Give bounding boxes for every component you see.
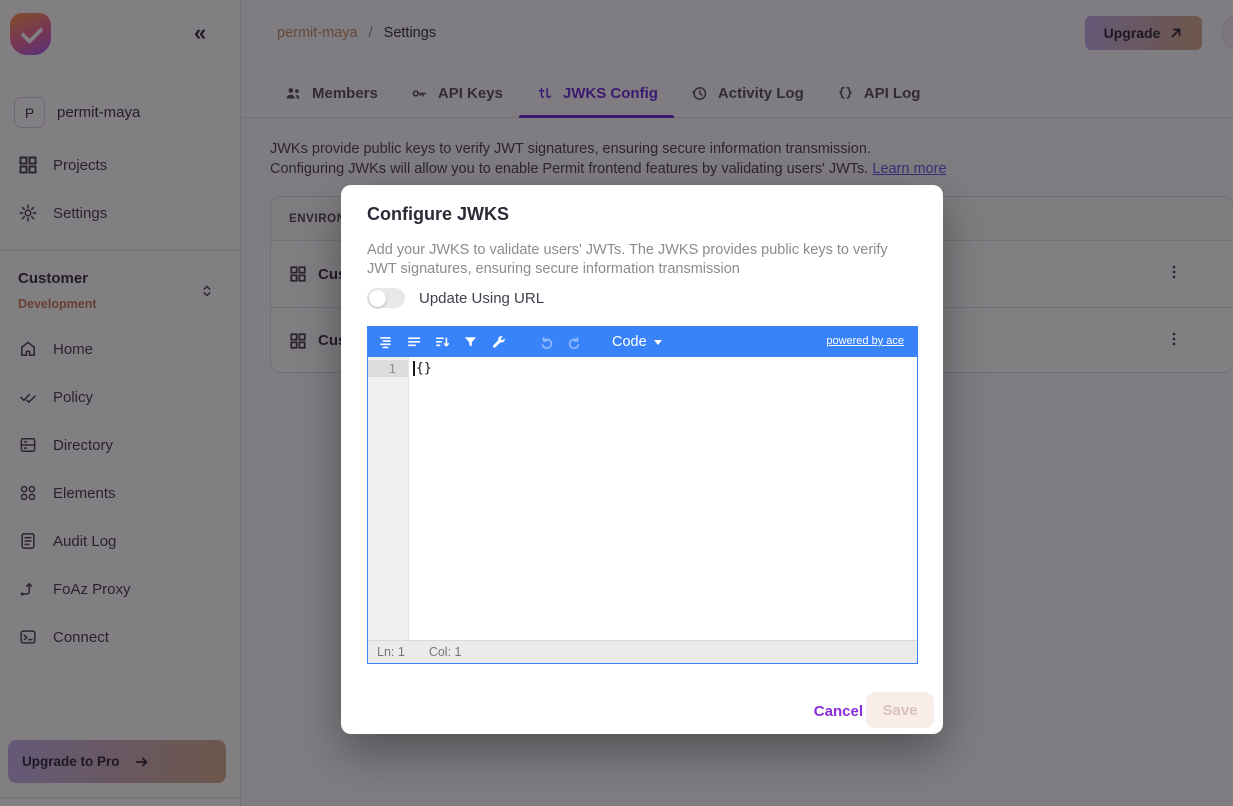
- editor-code-area[interactable]: {}: [409, 357, 917, 640]
- text-cursor: [413, 361, 415, 376]
- editor-body[interactable]: 1 {}: [368, 357, 917, 640]
- line-number: 1: [368, 360, 408, 377]
- toggle-label: Update Using URL: [419, 289, 545, 307]
- configure-jwks-modal: Configure JWKS Add your JWKS to validate…: [341, 185, 943, 734]
- editor-toolbar: Code powered by ace: [368, 327, 917, 357]
- jwks-json-editor: Code powered by ace 1 {} Ln: 1 Col: 1: [367, 326, 918, 664]
- filter-icon[interactable]: [458, 330, 482, 354]
- redo-icon[interactable]: [562, 330, 586, 354]
- undo-icon[interactable]: [534, 330, 558, 354]
- editor-gutter: 1: [368, 357, 409, 640]
- compact-icon[interactable]: [402, 330, 426, 354]
- modal-title: Configure JWKS: [367, 204, 509, 224]
- powered-by-ace-link[interactable]: powered by ace: [826, 335, 904, 347]
- status-line: Ln: 1: [377, 645, 405, 659]
- cancel-button[interactable]: Cancel: [814, 693, 863, 729]
- editor-mode-label: Code: [612, 334, 647, 350]
- update-using-url-toggle[interactable]: [367, 288, 405, 308]
- editor-code-text: {}: [416, 361, 432, 376]
- sort-icon[interactable]: [430, 330, 454, 354]
- status-column: Col: 1: [428, 645, 462, 659]
- repair-wrench-icon[interactable]: [486, 330, 510, 354]
- editor-status-bar: Ln: 1 Col: 1: [368, 640, 917, 663]
- update-using-url-row: Update Using URL: [367, 288, 544, 308]
- toggle-knob: [369, 289, 386, 307]
- save-button[interactable]: Save: [866, 692, 934, 728]
- modal-description: Add your JWKS to validate users' JWTs. T…: [367, 242, 888, 277]
- chevron-down-icon: [653, 339, 662, 345]
- editor-mode-select[interactable]: Code: [612, 334, 662, 350]
- format-icon[interactable]: [374, 330, 398, 354]
